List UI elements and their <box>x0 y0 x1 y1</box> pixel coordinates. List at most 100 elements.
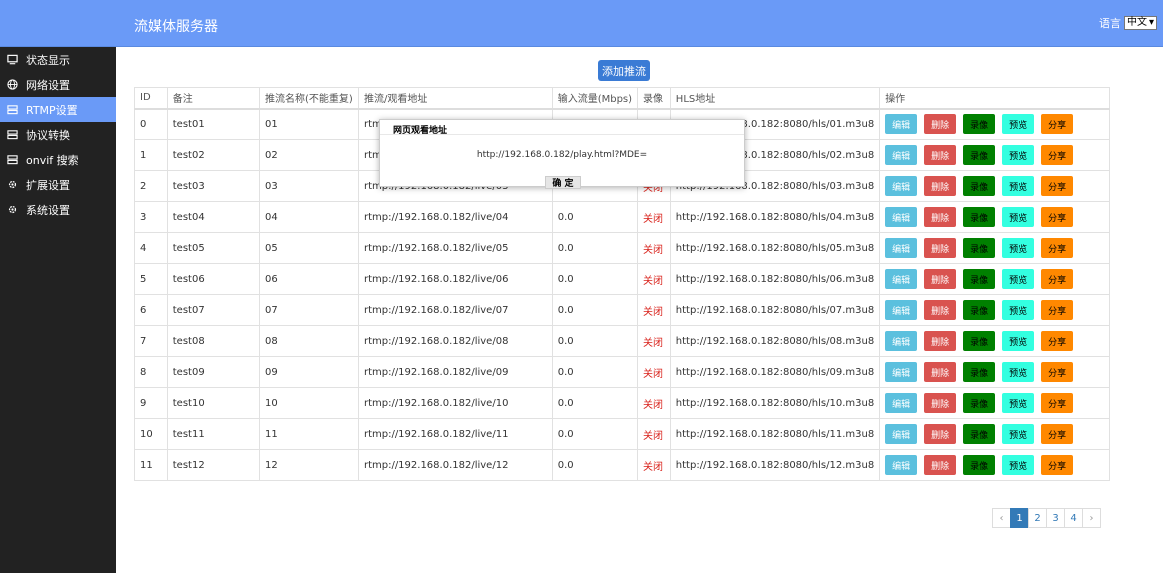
preview-button[interactable]: 预览 <box>1002 238 1035 258</box>
share-button[interactable]: 分享 <box>1041 114 1074 135</box>
preview-button[interactable]: 预览 <box>1002 176 1035 196</box>
delete-button[interactable]: 删除 <box>924 176 957 196</box>
page-prev-button[interactable]: ‹ <box>992 508 1011 528</box>
preview-button[interactable]: 预览 <box>1002 207 1035 227</box>
sidebar-item-extension[interactable]: 扩展设置 <box>0 172 116 197</box>
record-button[interactable]: 录像 <box>963 114 996 135</box>
record-status-cell: 关闭 <box>637 232 671 264</box>
preview-button[interactable]: 预览 <box>1002 331 1035 351</box>
delete-button[interactable]: 删除 <box>924 455 957 475</box>
share-button[interactable]: 分享 <box>1041 331 1074 351</box>
add-stream-button[interactable]: 添加推流 <box>598 60 650 81</box>
server-icon <box>7 105 18 115</box>
share-button[interactable]: 分享 <box>1041 176 1074 196</box>
preview-button[interactable]: 预览 <box>1002 114 1035 135</box>
page-button-3[interactable]: 3 <box>1046 508 1065 528</box>
edit-button[interactable]: 编辑 <box>885 238 918 258</box>
edit-button[interactable]: 编辑 <box>885 207 918 227</box>
share-button[interactable]: 分享 <box>1041 238 1074 258</box>
share-button[interactable]: 分享 <box>1041 207 1074 227</box>
page-button-1[interactable]: 1 <box>1010 508 1029 528</box>
share-button[interactable]: 分享 <box>1041 362 1074 382</box>
delete-button[interactable]: 删除 <box>924 362 957 382</box>
delete-button[interactable]: 删除 <box>924 207 957 227</box>
delete-button[interactable]: 删除 <box>924 300 957 320</box>
preview-button[interactable]: 预览 <box>1002 362 1035 382</box>
preview-button[interactable]: 预览 <box>1002 424 1035 444</box>
sidebar-item-protocol[interactable]: 协议转换 <box>0 122 116 147</box>
hls-url-cell: http://192.168.0.182:8080/hls/06.m3u8 <box>669 263 881 295</box>
record-button[interactable]: 录像 <box>963 393 996 413</box>
sidebar-item-system[interactable]: 系统设置 <box>0 197 116 222</box>
edit-button[interactable]: 编辑 <box>885 176 918 196</box>
page-button-4[interactable]: 4 <box>1064 508 1083 528</box>
delete-button[interactable]: 删除 <box>924 238 957 258</box>
sidebar-item-onvif[interactable]: onvif 搜索 <box>0 147 116 172</box>
stream-url-cell: rtmp://192.168.0.182/live/12 <box>357 449 553 481</box>
table-row: 7 test08 08 rtmp://192.168.0.182/live/08 0.0… <box>134 325 1110 357</box>
delete-button[interactable]: 删除 <box>924 269 957 289</box>
stream-name-cell: 06 <box>258 263 359 295</box>
column-header: 输入流量(Mbps) <box>551 87 639 110</box>
page-button-2[interactable]: 2 <box>1028 508 1047 528</box>
share-button[interactable]: 分享 <box>1041 424 1074 444</box>
share-button[interactable]: 分享 <box>1041 300 1074 320</box>
preview-button[interactable]: 预览 <box>1002 269 1035 289</box>
preview-button[interactable]: 预览 <box>1002 393 1035 413</box>
dialog-ok-button[interactable]: 确 定 <box>545 176 581 189</box>
stream-url-cell: rtmp://192.168.0.182/live/08 <box>357 325 553 357</box>
edit-button[interactable]: 编辑 <box>885 331 918 351</box>
edit-button[interactable]: 编辑 <box>885 393 918 413</box>
edit-button[interactable]: 编辑 <box>885 114 918 135</box>
note-cell: test05 <box>166 232 260 264</box>
stream-url-cell: rtmp://192.168.0.182/live/05 <box>357 232 553 264</box>
note-cell: test12 <box>166 449 260 481</box>
record-button[interactable]: 录像 <box>963 269 996 289</box>
preview-button[interactable]: 预览 <box>1002 300 1035 320</box>
sidebar-item-label: 网络设置 <box>26 78 70 92</box>
delete-button[interactable]: 删除 <box>924 145 957 165</box>
hls-url-cell: http://192.168.0.182:8080/hls/09.m3u8 <box>669 356 881 388</box>
note-cell: test02 <box>166 139 260 171</box>
edit-button[interactable]: 编辑 <box>885 145 918 165</box>
record-button[interactable]: 录像 <box>963 207 996 227</box>
edit-button[interactable]: 编辑 <box>885 269 918 289</box>
page-next-button[interactable]: › <box>1082 508 1101 528</box>
hls-url-cell: http://192.168.0.182:8080/hls/12.m3u8 <box>669 449 881 481</box>
record-button[interactable]: 录像 <box>963 424 996 444</box>
record-button[interactable]: 录像 <box>963 145 996 165</box>
share-button[interactable]: 分享 <box>1041 393 1074 413</box>
edit-button[interactable]: 编辑 <box>885 362 918 382</box>
record-button[interactable]: 录像 <box>963 176 996 196</box>
share-button[interactable]: 分享 <box>1041 455 1074 475</box>
record-status-cell: 关闭 <box>637 356 671 388</box>
edit-button[interactable]: 编辑 <box>885 455 918 475</box>
note-cell: test11 <box>166 418 260 450</box>
dialog-url-text: http://192.168.0.182/play.html?MDE= <box>476 150 648 160</box>
traffic-cell: 0.0 <box>551 201 639 233</box>
language-select[interactable]: 中文 ▾ <box>1123 16 1157 30</box>
share-button[interactable]: 分享 <box>1041 145 1074 165</box>
delete-button[interactable]: 删除 <box>924 331 957 351</box>
id-cell: 7 <box>134 325 168 357</box>
preview-button[interactable]: 预览 <box>1002 455 1035 475</box>
delete-button[interactable]: 删除 <box>924 424 957 444</box>
record-button[interactable]: 录像 <box>963 238 996 258</box>
edit-button[interactable]: 编辑 <box>885 424 918 444</box>
sidebar-item-rtmp[interactable]: RTMP设置 <box>0 97 116 122</box>
record-button[interactable]: 录像 <box>963 331 996 351</box>
hls-url-cell: http://192.168.0.182:8080/hls/11.m3u8 <box>669 418 881 450</box>
record-button[interactable]: 录像 <box>963 362 996 382</box>
preview-button[interactable]: 预览 <box>1002 145 1035 165</box>
record-button[interactable]: 录像 <box>963 455 996 475</box>
delete-button[interactable]: 删除 <box>924 393 957 413</box>
sidebar-item-network[interactable]: 网络设置 <box>0 72 116 97</box>
delete-button[interactable]: 删除 <box>924 114 957 135</box>
id-cell: 11 <box>134 449 168 481</box>
edit-button[interactable]: 编辑 <box>885 300 918 320</box>
sidebar-item-status[interactable]: 状态显示 <box>0 47 116 72</box>
server-icon <box>7 130 18 140</box>
share-button[interactable]: 分享 <box>1041 269 1074 289</box>
record-button[interactable]: 录像 <box>963 300 996 320</box>
stream-name-cell: 07 <box>258 294 359 326</box>
